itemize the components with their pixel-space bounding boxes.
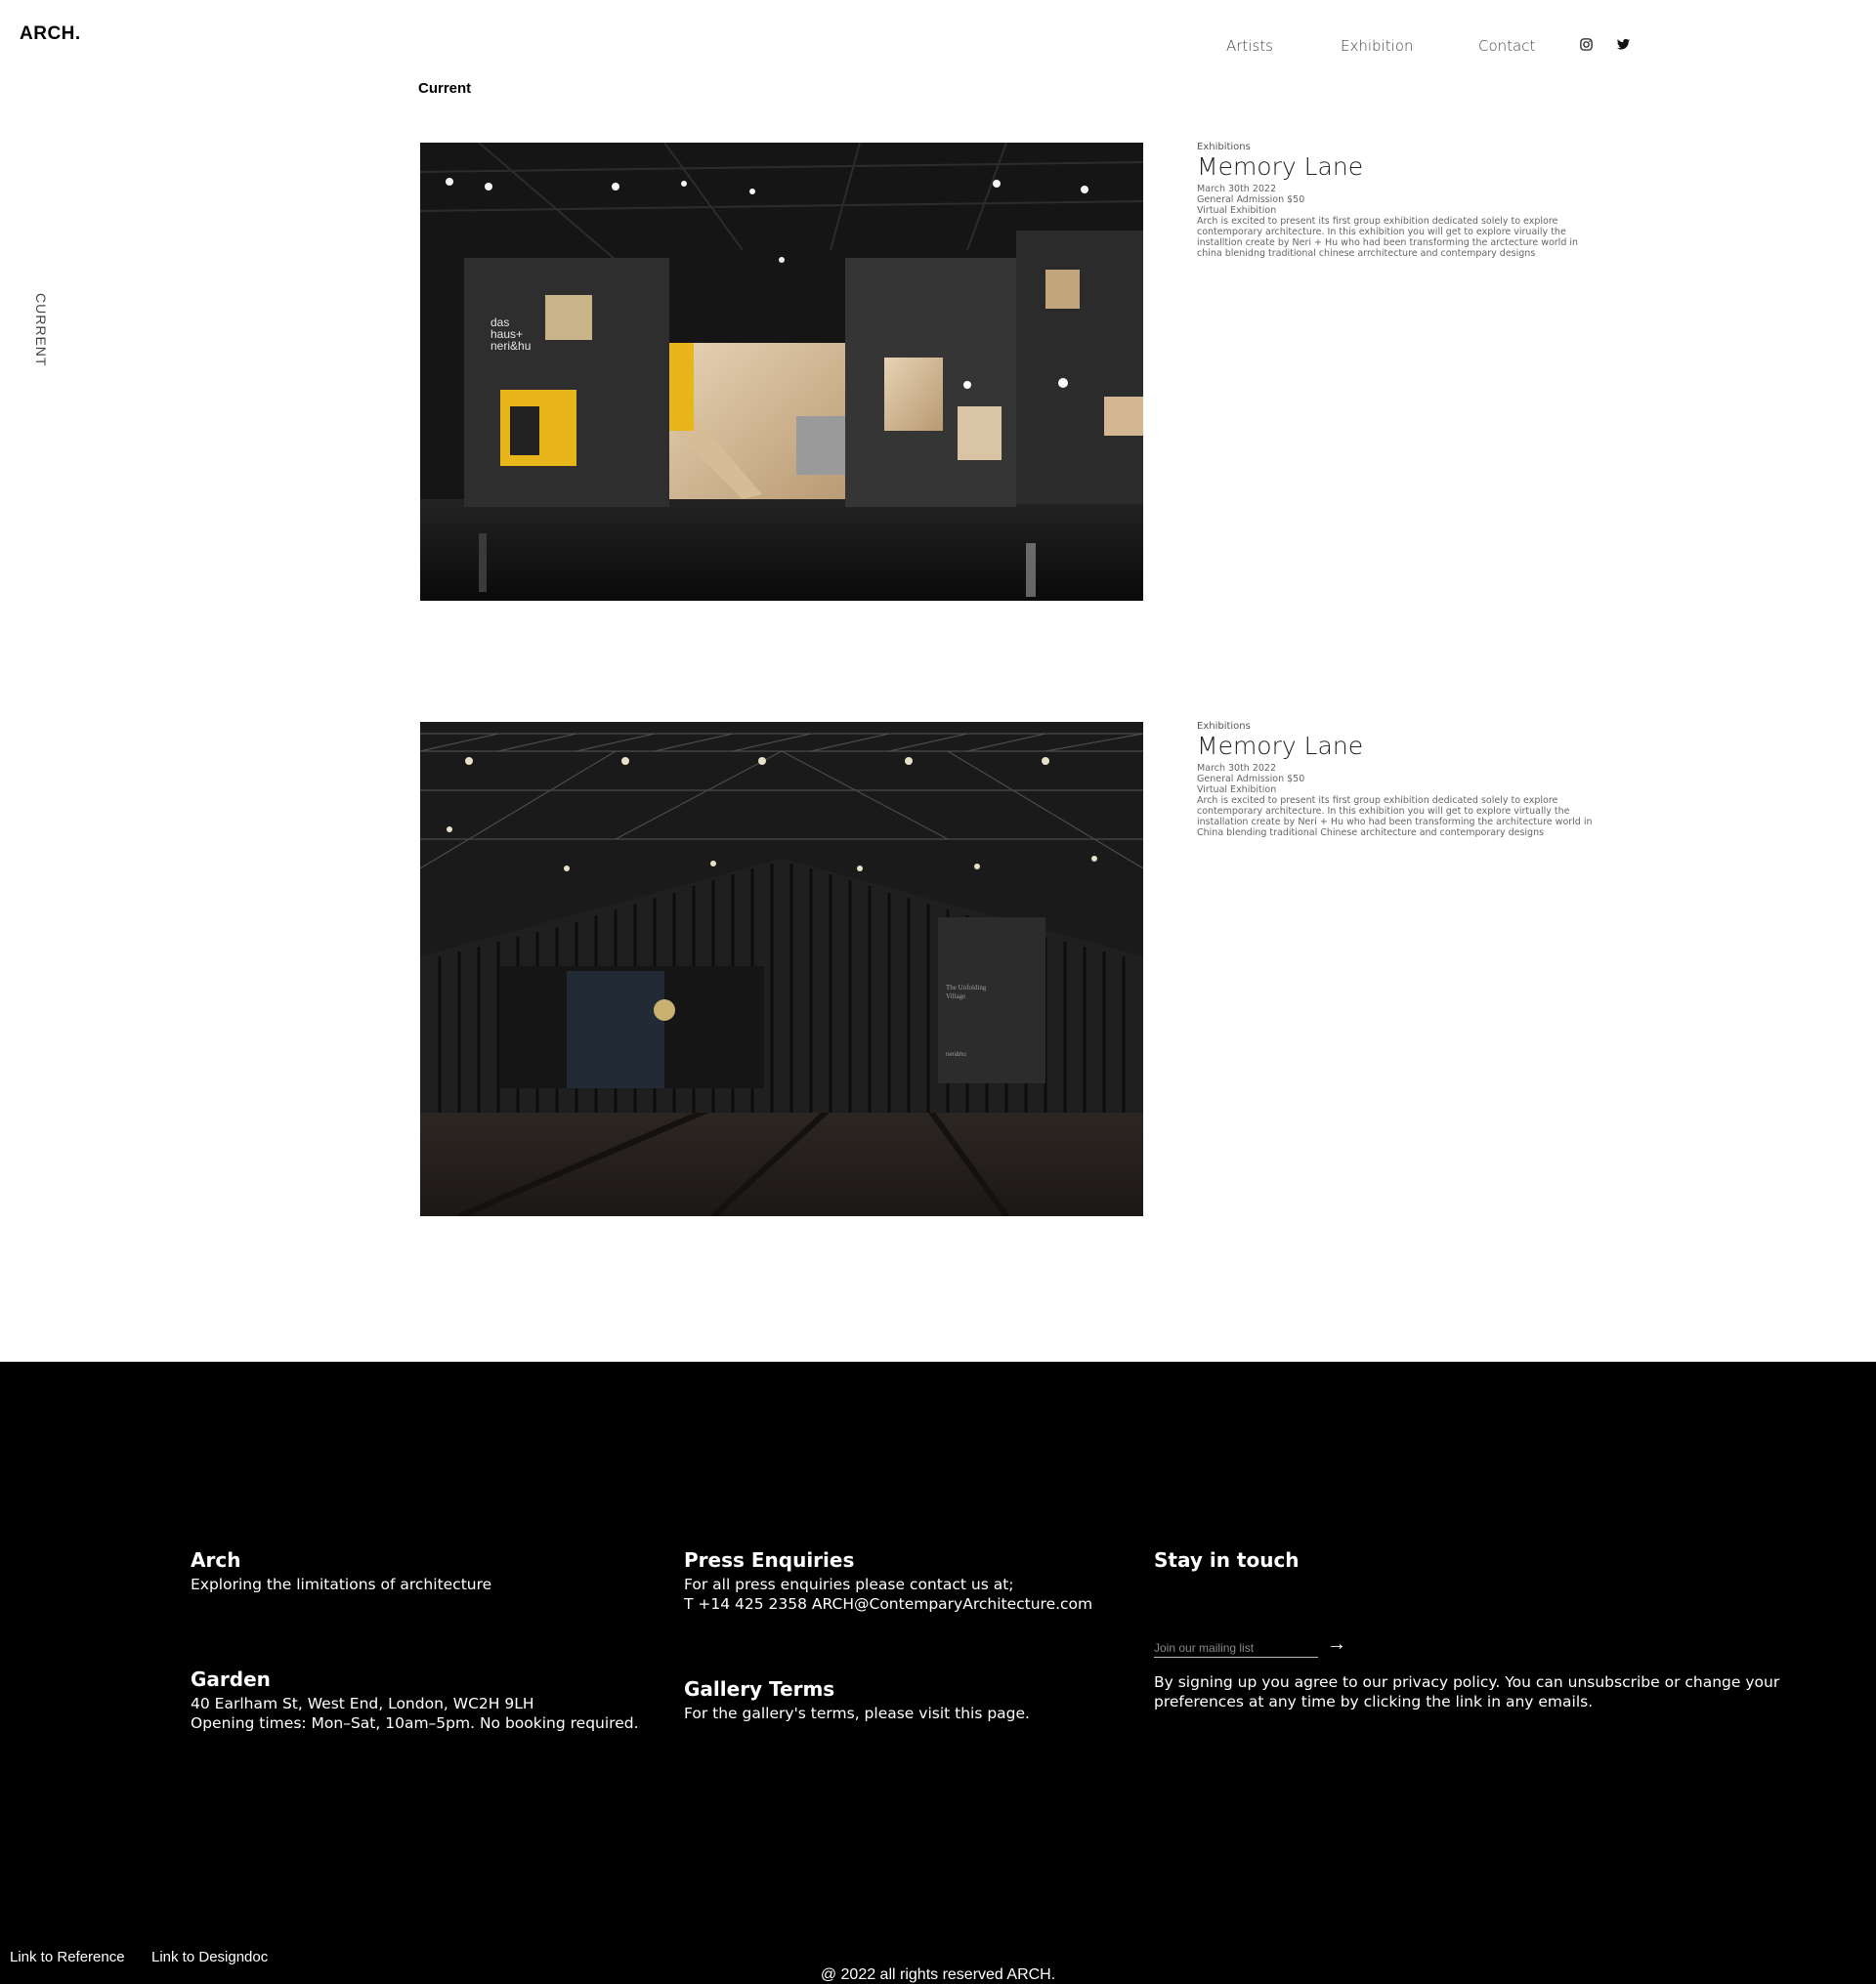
exhibition-admission: General Admission $50 xyxy=(1197,194,1305,206)
nav-exhibition[interactable]: Exhibition xyxy=(1341,37,1413,55)
mailing-list-input[interactable] xyxy=(1154,1641,1318,1658)
exhibition-date: March 30th 2022 xyxy=(1197,184,1277,195)
footer-arch-text: Exploring the limitations of architectur… xyxy=(191,1576,492,1593)
exhibition-description: Arch is excited to present its first gro… xyxy=(1197,216,1579,260)
footer: Arch Exploring the limitations of archit… xyxy=(0,1362,1876,1984)
exhibition-info-2: Exhibitions Memory Lane March 30th 2022 … xyxy=(1197,721,1598,838)
mailing-submit-arrow-icon[interactable]: → xyxy=(1327,1633,1346,1656)
footer-garden-hours: Opening times: Mon–Sat, 10am–5pm. No boo… xyxy=(191,1714,639,1732)
exhibition-title[interactable]: Memory Lane xyxy=(1197,733,1598,759)
footer-press-contact[interactable]: T +14 425 2358 ARCH@ContemparyArchitectu… xyxy=(684,1594,1092,1614)
copyright: @ 2022 all rights reserved ARCH. xyxy=(820,1966,1056,1983)
twitter-icon[interactable] xyxy=(1616,37,1632,53)
footer-garden-heading: Garden xyxy=(191,1667,271,1691)
footer-signup-notice: By signing up you agree to our privacy p… xyxy=(1154,1673,1780,1710)
exhibition-image-1[interactable]: das haus+ neri&hu xyxy=(420,143,1143,601)
footer-terms-heading: Gallery Terms xyxy=(684,1677,835,1701)
exhibition-category: Exhibitions xyxy=(1197,721,1251,732)
link-reference[interactable]: Link to Reference xyxy=(10,1949,125,1965)
exhibition-title[interactable]: Memory Lane xyxy=(1197,153,1598,180)
exhibition-category: Exhibitions xyxy=(1197,142,1251,152)
logo[interactable]: ARCH. xyxy=(20,23,81,45)
exhibition-type: Virtual Exhibition xyxy=(1197,205,1277,217)
exhibition-date: March 30th 2022 xyxy=(1197,763,1277,775)
instagram-icon[interactable] xyxy=(1579,37,1595,53)
nav-contact[interactable]: Contact xyxy=(1478,37,1535,55)
footer-stay-heading: Stay in touch xyxy=(1154,1548,1300,1572)
exhibition-image-2[interactable]: The Unfolding Village neri&hu xyxy=(420,722,1143,1216)
exhibition-description: Arch is excited to present its first gro… xyxy=(1197,795,1593,839)
footer-terms-text[interactable]: For the gallery's terms, please visit th… xyxy=(684,1704,1030,1723)
page-title: Current xyxy=(418,80,472,97)
exhibition-info-1: Exhibitions Memory Lane March 30th 2022 … xyxy=(1197,142,1598,259)
svg-text:neri&hu: neri&hu xyxy=(946,1052,966,1058)
exhibition-type: Virtual Exhibition xyxy=(1197,784,1277,796)
exhibition-admission: General Admission $50 xyxy=(1197,774,1305,785)
link-designdoc[interactable]: Link to Designdoc xyxy=(151,1949,268,1965)
footer-garden-address: 40 Earlham St, West End, London, WC2H 9L… xyxy=(191,1695,534,1712)
footer-arch-heading: Arch xyxy=(191,1548,241,1572)
side-section-label: CURRENT xyxy=(33,293,49,367)
nav-artists[interactable]: Artists xyxy=(1226,37,1273,55)
footer-press-text: For all press enquiries please contact u… xyxy=(684,1576,1014,1593)
svg-text:The Unfolding: The Unfolding xyxy=(946,984,987,992)
image-sign-text: neri&hu xyxy=(490,339,531,353)
svg-text:Village: Village xyxy=(946,992,965,1000)
footer-press-heading: Press Enquiries xyxy=(684,1548,855,1572)
